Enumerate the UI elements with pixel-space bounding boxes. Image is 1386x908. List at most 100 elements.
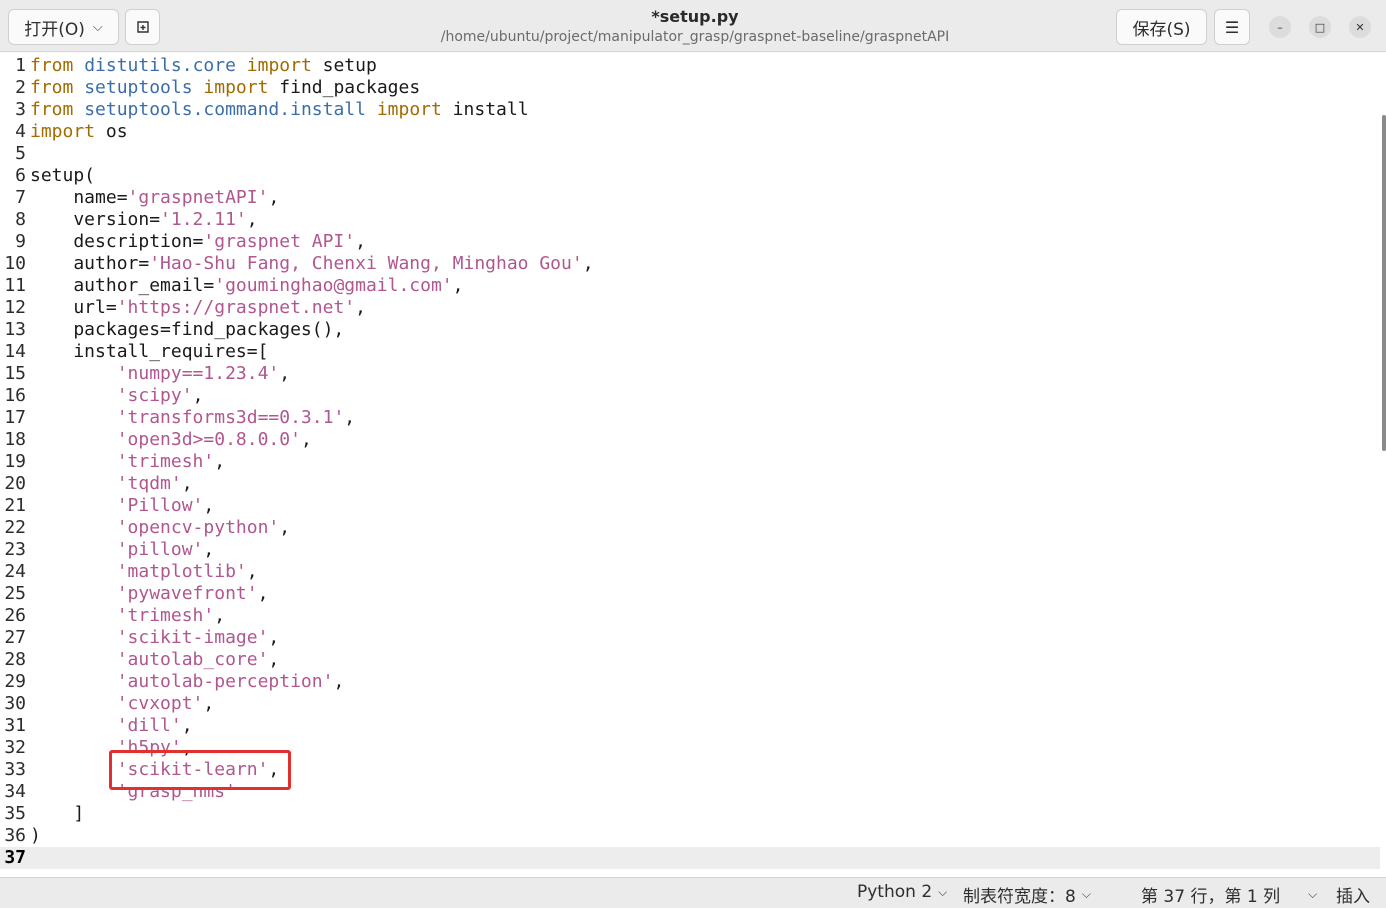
save-button-label: 保存(S) xyxy=(1132,19,1191,40)
code-line[interactable]: 31 'dill', xyxy=(0,715,1380,737)
code-line[interactable]: 14 install_requires=[ xyxy=(0,341,1380,363)
code-token: name= xyxy=(30,187,128,208)
hamburger-icon: ☰ xyxy=(1224,17,1240,37)
code-text: 'trimesh', xyxy=(26,605,225,627)
code-line[interactable]: 16 'scipy', xyxy=(0,385,1380,407)
cursor-position[interactable]: 第 37 行，第 1 列 ⌵ xyxy=(1141,882,1317,907)
code-token: import xyxy=(376,99,442,120)
code-line[interactable]: 35 ] xyxy=(0,803,1380,825)
code-line[interactable]: 26 'trimesh', xyxy=(0,605,1380,627)
code-line[interactable]: 6 setup( xyxy=(0,165,1380,187)
code-line[interactable]: 5 xyxy=(0,143,1380,165)
code-token: , xyxy=(300,429,312,450)
code-line[interactable]: 11 author_email='gouminghao@gmail.com', xyxy=(0,275,1380,297)
code-line[interactable]: 23 'pillow', xyxy=(0,539,1380,561)
code-line[interactable]: 19 'trimesh', xyxy=(0,451,1380,473)
code-token: setuptools xyxy=(84,77,193,98)
code-line[interactable]: 29 'autolab-perception', xyxy=(0,671,1380,693)
line-number: 17 xyxy=(4,407,26,428)
code-line[interactable]: 28 'autolab_core', xyxy=(0,649,1380,671)
code-token: import xyxy=(246,55,312,76)
language-label: Python 2 xyxy=(857,882,933,902)
code-text: import os xyxy=(26,121,128,143)
language-selector[interactable]: Python 2 ⌵ xyxy=(857,882,947,902)
code-line[interactable]: 25 'pywavefront', xyxy=(0,583,1380,605)
code-line[interactable]: 4 import os xyxy=(0,121,1380,143)
line-number: 2 xyxy=(15,77,26,98)
code-line[interactable]: 8 version='1.2.11', xyxy=(0,209,1380,231)
open-button-label: 打开(O) xyxy=(24,19,85,40)
code-token: 'cvxopt' xyxy=(116,693,204,714)
code-token: from xyxy=(30,77,74,98)
code-line[interactable]: 24 'matplotlib', xyxy=(0,561,1380,583)
code-token: 'dill' xyxy=(116,715,182,736)
main-menu-button[interactable]: ☰ xyxy=(1214,9,1250,45)
code-line[interactable]: 9 description='graspnet API', xyxy=(0,231,1380,253)
code-text: url='https://graspnet.net', xyxy=(26,297,366,319)
line-number: 8 xyxy=(15,209,26,230)
code-line[interactable]: 12 url='https://graspnet.net', xyxy=(0,297,1380,319)
code-line[interactable]: 2 from setuptools import find_packages xyxy=(0,77,1380,99)
code-token: , xyxy=(279,517,291,538)
open-button[interactable]: 打开(O) ⌵ xyxy=(8,9,119,45)
insert-mode[interactable]: 插入 xyxy=(1336,882,1370,907)
code-token: author_email= xyxy=(30,275,215,296)
code-line[interactable]: 1 from distutils.core import setup xyxy=(0,55,1380,77)
minimize-button[interactable]: – xyxy=(1269,16,1291,38)
code-line[interactable]: 36) xyxy=(0,825,1380,847)
code-token: , xyxy=(181,473,193,494)
code-token: packages=find_packages(), xyxy=(30,319,345,340)
tab-width-selector[interactable]: 制表符宽度：8 ⌵ xyxy=(963,882,1091,907)
code-token: from xyxy=(30,99,74,120)
save-button[interactable]: 保存(S) xyxy=(1116,9,1207,45)
code-line[interactable]: 22 'opencv-python', xyxy=(0,517,1380,539)
code-token: os xyxy=(95,121,128,142)
code-line[interactable]: 20 'tqdm', xyxy=(0,473,1380,495)
maximize-button[interactable]: □ xyxy=(1309,16,1331,38)
line-number: 5 xyxy=(15,143,26,164)
code-line[interactable]: 21 'Pillow', xyxy=(0,495,1380,517)
line-number: 13 xyxy=(4,319,26,340)
code-token: setuptools.command.install xyxy=(84,99,366,120)
code-line[interactable]: 17 'transforms3d==0.3.1', xyxy=(0,407,1380,429)
vertical-scrollbar[interactable] xyxy=(1382,115,1386,451)
line-number: 29 xyxy=(4,671,26,692)
code-line[interactable]: 13 packages=find_packages(), xyxy=(0,319,1380,341)
code-line[interactable]: 37 xyxy=(0,847,1380,869)
code-token: 'matplotlib' xyxy=(116,561,247,582)
line-number: 32 xyxy=(4,737,26,758)
insert-mode-label: 插入 xyxy=(1336,887,1370,907)
line-number: 37 xyxy=(4,847,26,868)
line-number: 3 xyxy=(15,99,26,120)
code-line[interactable]: 27 'scikit-image', xyxy=(0,627,1380,649)
line-number: 33 xyxy=(4,759,26,780)
new-tab-button[interactable] xyxy=(125,9,160,45)
code-text: name='graspnetAPI', xyxy=(26,187,279,209)
status-bar: Python 2 ⌵ 制表符宽度：8 ⌵ 第 37 行，第 1 列 ⌵ 插入 xyxy=(0,877,1386,908)
line-number: 36 xyxy=(4,825,26,846)
code-line[interactable]: 30 'cvxopt', xyxy=(0,693,1380,715)
line-number: 35 xyxy=(4,803,26,824)
code-line[interactable]: 18 'open3d>=0.8.0.0', xyxy=(0,429,1380,451)
close-button[interactable]: ✕ xyxy=(1349,16,1371,38)
code-token: , xyxy=(279,363,291,384)
code-line[interactable]: 3 from setuptools.command.install import … xyxy=(0,99,1380,121)
code-token: 'graspnetAPI' xyxy=(127,187,269,208)
chevron-down-icon: ⌵ xyxy=(92,19,103,35)
code-text: setup( xyxy=(26,165,95,187)
line-number: 14 xyxy=(4,341,26,362)
code-token: 'gouminghao@gmail.com' xyxy=(214,275,453,296)
code-token: author= xyxy=(30,253,150,274)
code-line[interactable]: 10 author='Hao-Shu Fang, Chenxi Wang, Mi… xyxy=(0,253,1380,275)
document-title: *setup.py xyxy=(651,7,739,26)
code-text: packages=find_packages(), xyxy=(26,319,344,341)
code-line[interactable]: 15 'numpy==1.23.4', xyxy=(0,363,1380,385)
code-line[interactable]: 7 name='graspnetAPI', xyxy=(0,187,1380,209)
code-text: install_requires=[ xyxy=(26,341,268,363)
